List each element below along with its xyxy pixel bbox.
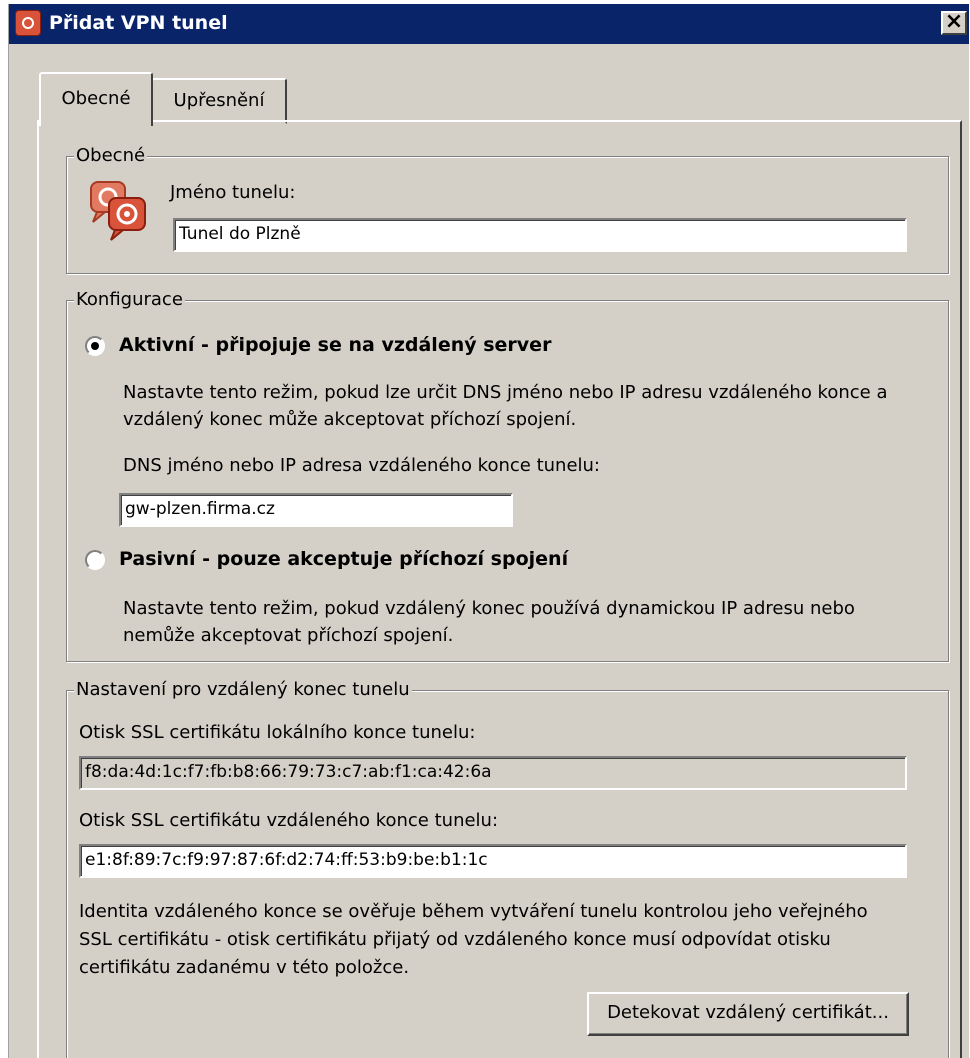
tab-advanced[interactable]: Upřesnění <box>151 78 287 124</box>
tab-general[interactable]: Obecné <box>39 72 153 126</box>
remote-host-label: DNS jméno nebo IP adresa vzdáleného konc… <box>123 455 600 476</box>
local-fingerprint-label: Otisk SSL certifikátu lokálního konce tu… <box>79 722 476 743</box>
remote-fingerprint-label: Otisk SSL certifikátu vzdáleného konce t… <box>79 810 499 831</box>
app-icon <box>15 10 41 36</box>
vpn-tunnel-icon <box>90 181 146 241</box>
active-mode-desc-line2: vzdálený konec může akceptovat příchozí … <box>123 409 577 430</box>
title-bar[interactable]: Přidat VPN tunel × <box>9 4 969 44</box>
passive-mode-radio[interactable] <box>85 550 105 570</box>
tunnel-name-field[interactable]: Tunel do Plzně <box>173 218 907 252</box>
identity-info-line3: certifikátu zadanému v této položce. <box>79 957 410 978</box>
tab-advanced-label: Upřesnění <box>173 90 265 111</box>
identity-info-line1: Identita vzdáleného konce se ověřuje běh… <box>79 901 868 922</box>
identity-info-line2: SSL certifikátu - otisk certifikátu přij… <box>79 929 831 950</box>
configuration-group-label: Konfigurace <box>74 289 185 310</box>
dialog-window: Přidat VPN tunel × Obecné Upřesnění Obec… <box>8 4 969 1058</box>
close-button[interactable]: × <box>941 11 967 35</box>
detect-certificate-button[interactable]: Detekovat vzdálený certifikát... <box>587 992 909 1036</box>
passive-mode-desc-line2: nemůže akceptovat příchozí spojení. <box>123 625 454 646</box>
remote-end-group-label: Nastavení pro vzdálený konec tunelu <box>74 679 412 700</box>
tunnel-name-label: Jméno tunelu: <box>170 182 296 203</box>
general-group: Obecné <box>66 145 949 274</box>
window-title: Přidat VPN tunel <box>49 12 228 34</box>
active-mode-desc-line1: Nastavte tento režim, pokud lze určit DN… <box>123 382 888 403</box>
passive-mode-label[interactable]: Pasivní - pouze akceptuje příchozí spoje… <box>119 548 568 570</box>
tab-general-label: Obecné <box>61 88 131 109</box>
general-group-label: Obecné <box>74 145 148 166</box>
passive-mode-desc-line1: Nastavte tento režim, pokud vzdálený kon… <box>123 598 855 619</box>
active-mode-label[interactable]: Aktivní - připojuje se na vzdálený serve… <box>119 334 551 356</box>
remote-host-field[interactable]: gw-plzen.firma.cz <box>119 493 513 527</box>
active-mode-radio[interactable] <box>85 336 105 356</box>
local-fingerprint-field[interactable]: f8:da:4d:1c:f7:fb:b8:66:79:73:c7:ab:f1:c… <box>79 756 907 790</box>
remote-fingerprint-field[interactable]: e1:8f:89:7c:f9:97:87:6f:d2:74:ff:53:b9:b… <box>79 844 907 878</box>
